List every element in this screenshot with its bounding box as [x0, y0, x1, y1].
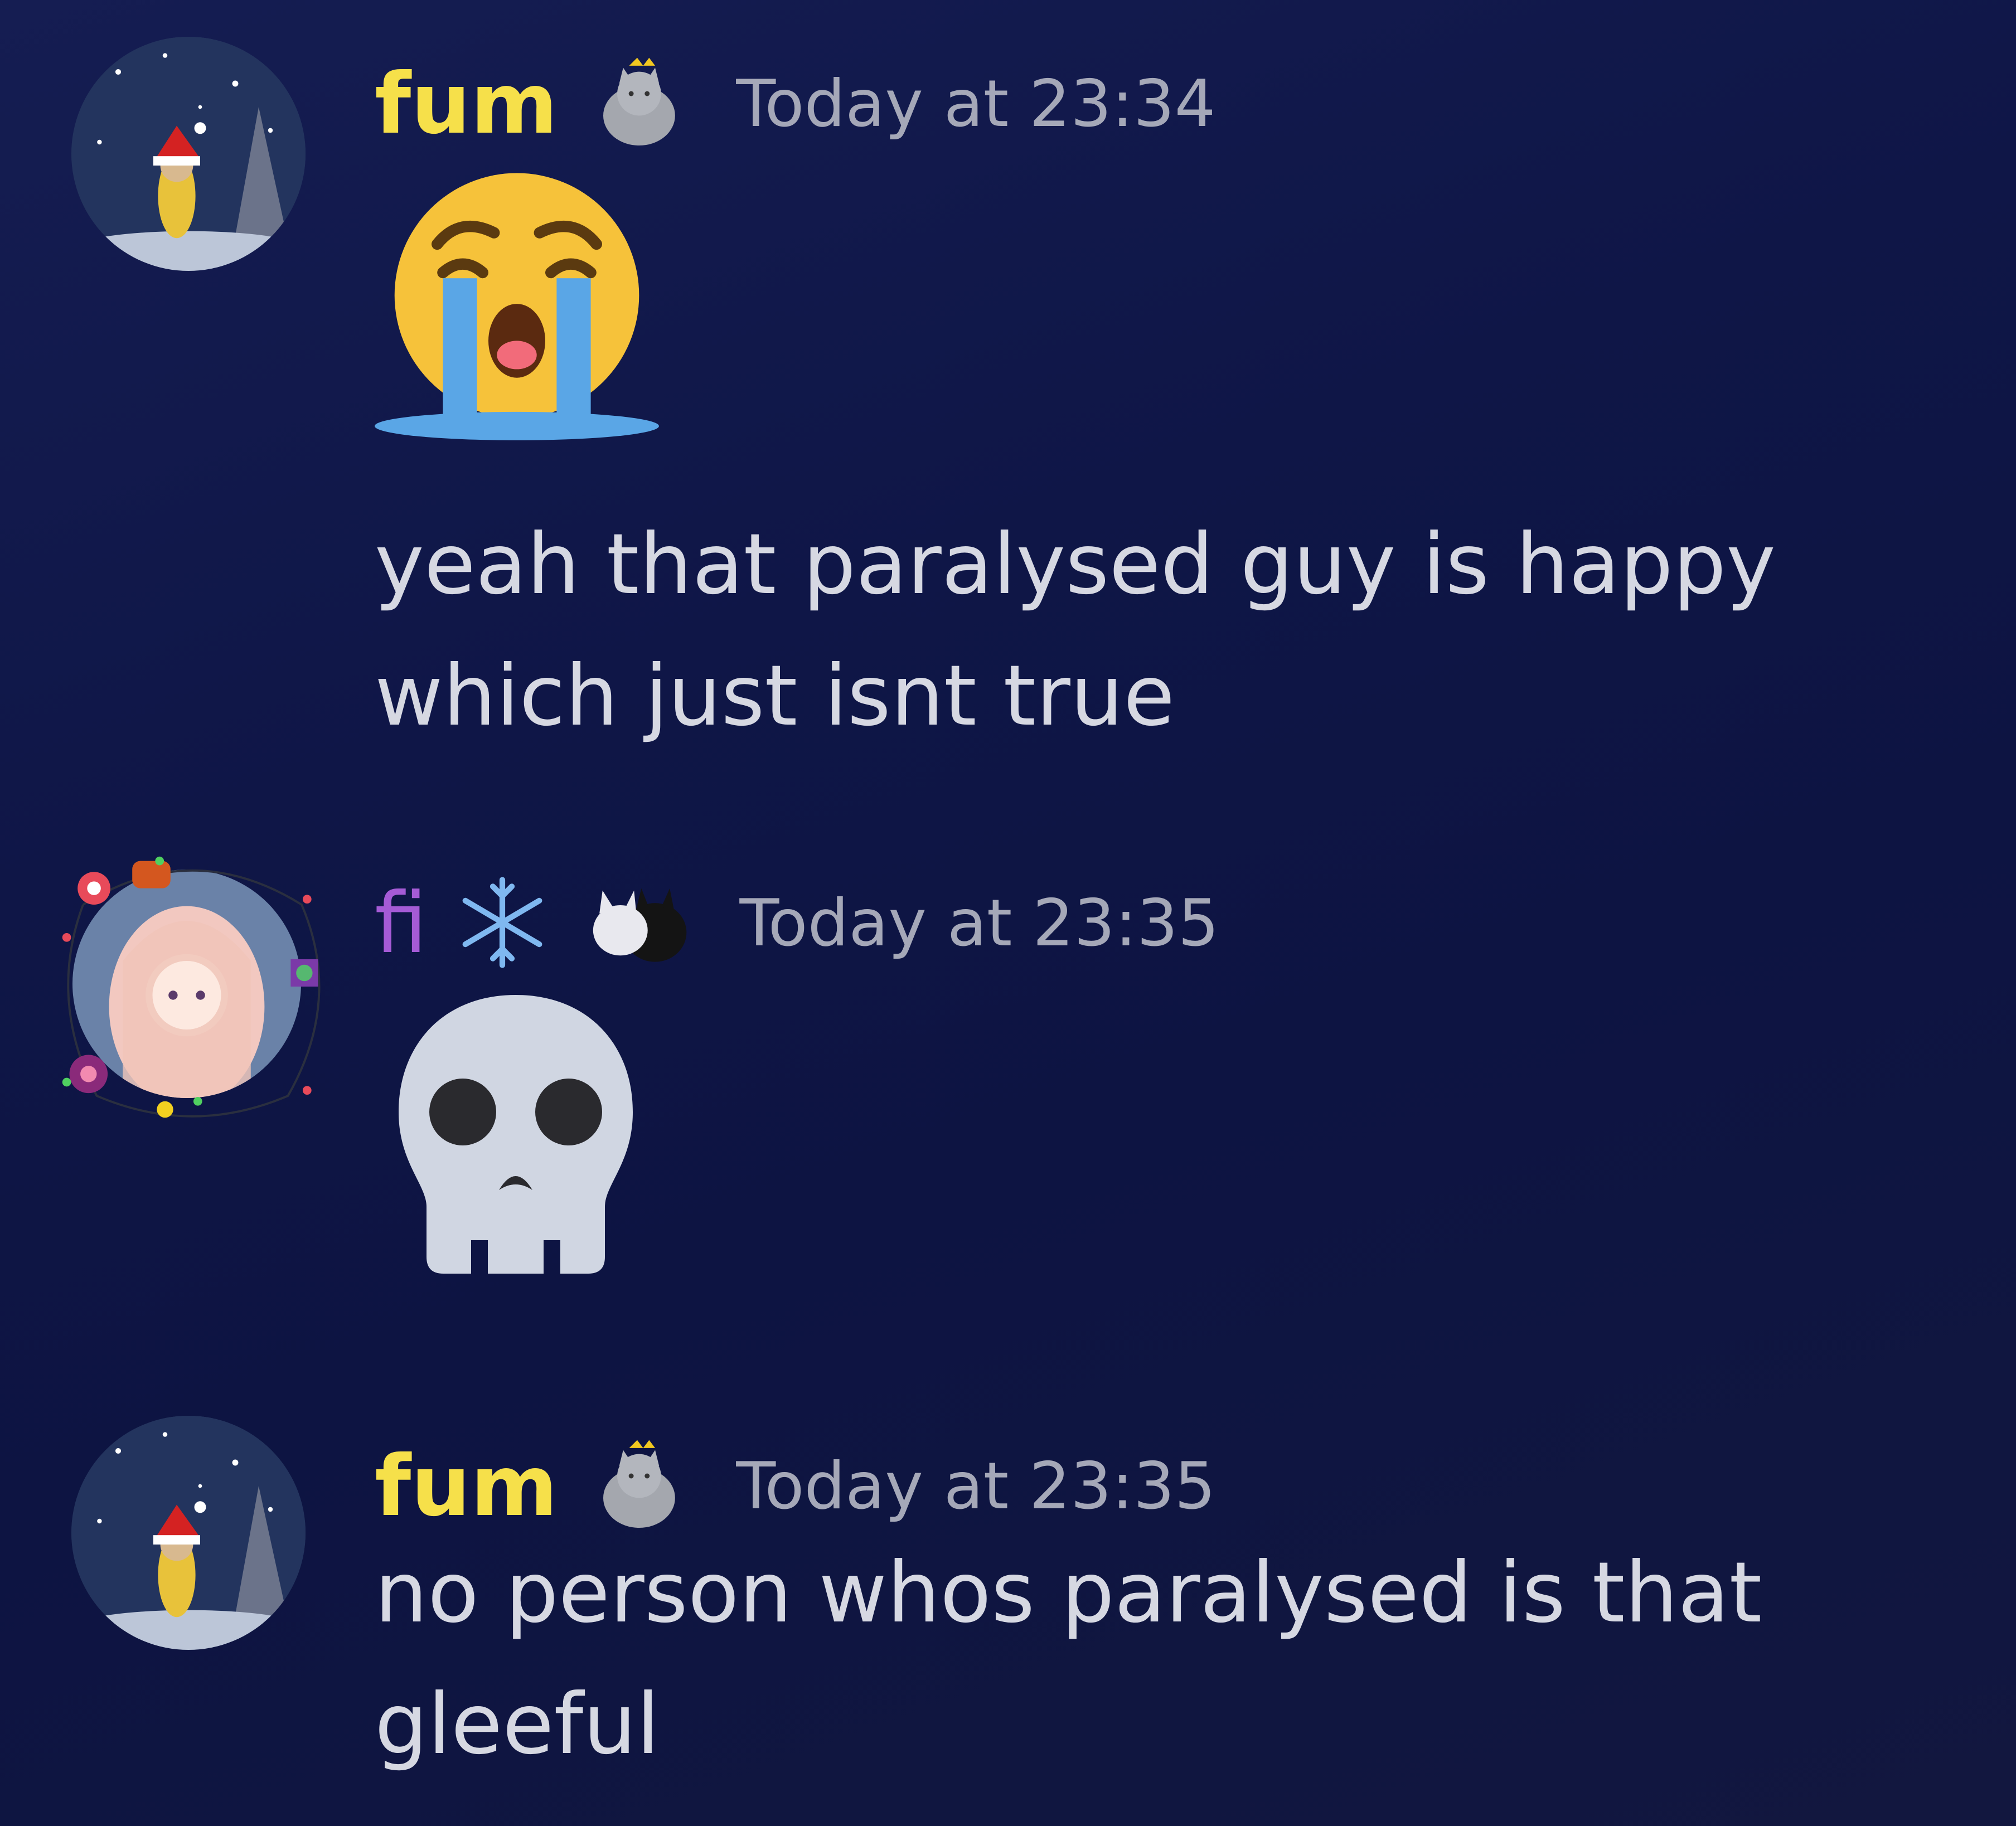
avatar-fum[interactable] — [71, 1416, 306, 1650]
two-cats-icon — [583, 878, 689, 969]
message-header: fi Today at 23:35 — [375, 875, 1219, 972]
timestamp: Today at 23:35 — [736, 1449, 1216, 1524]
avatar-fum-image — [71, 37, 306, 271]
message-text: yeah that paralysed guy is happy which j… — [375, 499, 1880, 762]
avatar-fum-image — [71, 1416, 306, 1650]
message-line: yeah that paralysed guy is happy — [375, 516, 1776, 613]
loudly-crying-face-emoji — [375, 159, 659, 443]
timestamp: Today at 23:35 — [739, 886, 1219, 961]
message-header: fum Today at 23:35 — [375, 1438, 1215, 1535]
message-text: no person whos paralysed is that gleeful — [375, 1527, 1880, 1790]
grey-cat-with-crown-icon — [591, 56, 691, 153]
chat-view: fum Today at 23:34 yeah that paralysed g… — [0, 0, 2016, 1826]
username[interactable]: fi — [375, 882, 427, 965]
message-line: which just isnt true — [375, 648, 1175, 745]
timestamp: Today at 23:34 — [736, 66, 1216, 142]
snowflake-icon — [455, 875, 550, 972]
skull-emoji — [387, 989, 644, 1279]
message-header: fum Today at 23:34 — [375, 56, 1215, 153]
avatar-frame-lights — [62, 856, 321, 1118]
avatar-fi-decoration[interactable] — [56, 847, 329, 1126]
avatar-fum[interactable] — [71, 37, 306, 271]
username[interactable]: fum — [375, 1445, 558, 1528]
username[interactable]: fum — [375, 62, 558, 146]
grey-cat-with-crown-icon — [591, 1438, 691, 1535]
message-line: gleeful — [375, 1676, 660, 1773]
message-line: no person whos paralysed is that — [375, 1545, 1762, 1642]
